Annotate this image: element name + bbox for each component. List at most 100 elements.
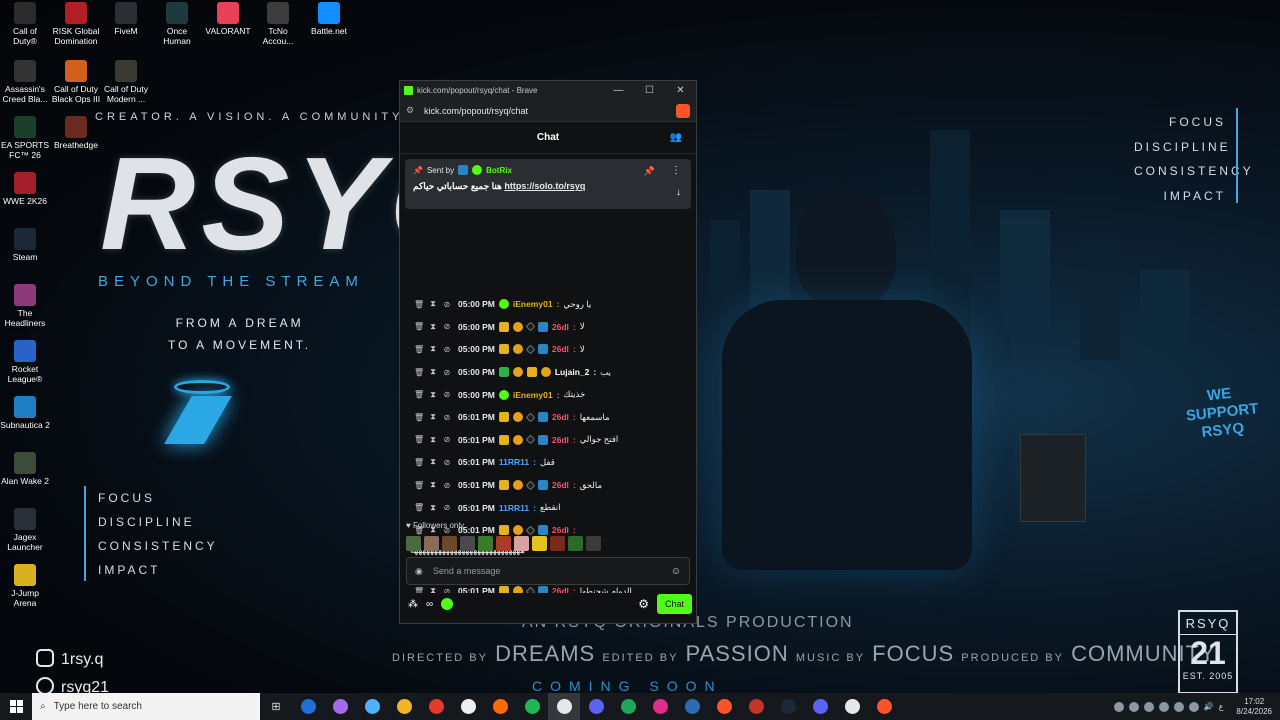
users-icon[interactable]: 👥	[670, 132, 682, 143]
timeout-icon[interactable]: ⧗	[428, 503, 438, 513]
ban-icon[interactable]: ⊘	[442, 481, 452, 490]
taskbar-app-icon[interactable]	[740, 693, 772, 720]
emote[interactable]	[586, 536, 601, 551]
pinned-sender-name[interactable]: BotRix	[486, 166, 512, 175]
desktop-icon[interactable]: Call of Duty Black Ops III	[51, 60, 101, 104]
message-username[interactable]: 26dl	[552, 480, 569, 490]
desktop-icon[interactable]: Assassin's Creed Bla...	[0, 60, 50, 104]
ban-icon[interactable]: ⊘	[442, 345, 452, 354]
ban-icon[interactable]: ⊘	[442, 322, 452, 331]
tray-icon[interactable]	[1113, 701, 1124, 712]
taskbar-app-icon[interactable]	[292, 693, 324, 720]
taskbar-app-icon[interactable]	[452, 693, 484, 720]
taskbar-app-icon[interactable]	[644, 693, 676, 720]
tray-icon[interactable]	[1128, 701, 1139, 712]
delete-icon[interactable]: 🗑	[414, 322, 424, 331]
timeout-icon[interactable]: ⧗	[428, 586, 438, 593]
brave-shields-icon[interactable]	[676, 103, 690, 118]
delete-icon[interactable]: 🗑	[414, 503, 424, 512]
timeout-icon[interactable]: ⧗	[428, 367, 438, 377]
taskbar-app-icon[interactable]	[484, 693, 516, 720]
kick-points-icon[interactable]	[441, 598, 454, 610]
message-input[interactable]: ◉ Send a message ☺	[406, 557, 690, 585]
send-chat-button[interactable]: Chat	[656, 594, 692, 614]
message-username[interactable]: Lujain_2	[555, 367, 589, 377]
timeout-icon[interactable]: ⧗	[428, 480, 438, 490]
taskbar-app-icon[interactable]	[516, 693, 548, 720]
tray-icon[interactable]	[1188, 701, 1199, 712]
emote[interactable]	[478, 536, 493, 551]
taskbar-app-icon[interactable]	[388, 693, 420, 720]
points-icon[interactable]: ⁂	[408, 599, 418, 610]
tray-icon[interactable]	[1143, 701, 1154, 712]
message-username[interactable]: 26dl	[552, 412, 569, 422]
taskbar-app-icon[interactable]	[356, 693, 388, 720]
infinity-icon[interactable]: ∞	[426, 599, 433, 610]
ban-icon[interactable]: ⊘	[442, 300, 452, 309]
message-username[interactable]: 26dl	[552, 344, 569, 354]
delete-icon[interactable]: 🗑	[414, 481, 424, 490]
taskbar-search[interactable]: ⌕ Type here to search	[32, 693, 260, 720]
desktop-icon[interactable]: RISK Global Domination	[51, 2, 101, 46]
desktop-icon[interactable]: Subnautica 2	[0, 396, 50, 430]
taskbar-app-icon[interactable]	[580, 693, 612, 720]
delete-icon[interactable]: 🗑	[414, 345, 424, 354]
emote[interactable]	[532, 536, 547, 551]
taskbar-app-icon[interactable]	[420, 693, 452, 720]
timeout-icon[interactable]: ⧗	[428, 299, 438, 309]
desktop-icon[interactable]: Once Human	[152, 2, 202, 46]
delete-icon[interactable]: 🗑	[414, 368, 424, 377]
emote[interactable]	[514, 536, 529, 551]
expand-down-icon[interactable]: ↓	[676, 187, 681, 198]
emote[interactable]	[496, 536, 511, 551]
delete-icon[interactable]: 🗑	[414, 413, 424, 422]
language-indicator[interactable]: ع	[1219, 702, 1224, 711]
desktop-icon[interactable]: Battle.net	[304, 2, 354, 36]
ban-icon[interactable]: ⊘	[442, 435, 452, 444]
desktop-icon[interactable]: Jagex Launcher	[0, 508, 50, 552]
desktop-icon[interactable]: VALORANT	[203, 2, 253, 36]
desktop-icon[interactable]: WWE 2K26	[0, 172, 50, 206]
timeout-icon[interactable]: ⧗	[428, 457, 438, 467]
close-button[interactable]: ✕	[665, 85, 696, 96]
tray-icon[interactable]	[1173, 701, 1184, 712]
message-username[interactable]: 26dl	[552, 525, 569, 535]
start-button[interactable]	[0, 693, 32, 720]
message-username[interactable]: 26dl	[552, 586, 569, 593]
desktop-icon[interactable]: TcNo Accou...	[253, 2, 303, 46]
maximize-button[interactable]: ☐	[634, 85, 665, 96]
taskbar-app-icon[interactable]	[612, 693, 644, 720]
message-username[interactable]: iEnemy01	[513, 299, 553, 309]
site-settings-icon[interactable]: ⚙	[406, 105, 420, 116]
timeout-icon[interactable]: ⧗	[428, 322, 438, 332]
url-field[interactable]: kick.com/popout/rsyq/chat	[420, 106, 676, 116]
taskbar-app-icon[interactable]	[676, 693, 708, 720]
emote[interactable]	[406, 536, 421, 551]
emote[interactable]	[460, 536, 475, 551]
more-options-icon[interactable]: ⋮	[671, 165, 681, 176]
timeout-icon[interactable]: ⧗	[428, 344, 438, 354]
delete-icon[interactable]: 🗑	[414, 390, 424, 399]
desktop-icon[interactable]: Call of Duty Modern ...	[101, 60, 151, 104]
ban-icon[interactable]: ⊘	[442, 458, 452, 467]
taskbar-app-icon[interactable]	[548, 693, 580, 720]
timeout-icon[interactable]: ⧗	[428, 390, 438, 400]
desktop-icon[interactable]: Rocket League®	[0, 340, 50, 384]
emote[interactable]	[424, 536, 439, 551]
ban-icon[interactable]: ⊘	[442, 503, 452, 512]
taskbar-app-icon[interactable]	[804, 693, 836, 720]
message-username[interactable]: 11RR11	[499, 503, 529, 513]
desktop-icon[interactable]: FiveM	[101, 2, 151, 36]
delete-icon[interactable]: 🗑	[414, 458, 424, 467]
desktop-icon[interactable]: The Headliners	[0, 284, 50, 328]
minimize-button[interactable]: —	[603, 85, 634, 96]
message-username[interactable]: iEnemy01	[513, 390, 553, 400]
message-username[interactable]: 26dl	[552, 435, 569, 445]
message-username[interactable]: 26dl	[552, 322, 569, 332]
taskbar-app-icon[interactable]	[868, 693, 900, 720]
taskbar-app-icon[interactable]	[836, 693, 868, 720]
desktop-icon[interactable]: J-Jump Arena	[0, 564, 50, 608]
desktop-icon[interactable]: Steam	[0, 228, 50, 262]
volume-icon[interactable]: 🔊	[1204, 702, 1214, 711]
desktop-icon[interactable]: EA SPORTS FC™ 26	[0, 116, 50, 160]
